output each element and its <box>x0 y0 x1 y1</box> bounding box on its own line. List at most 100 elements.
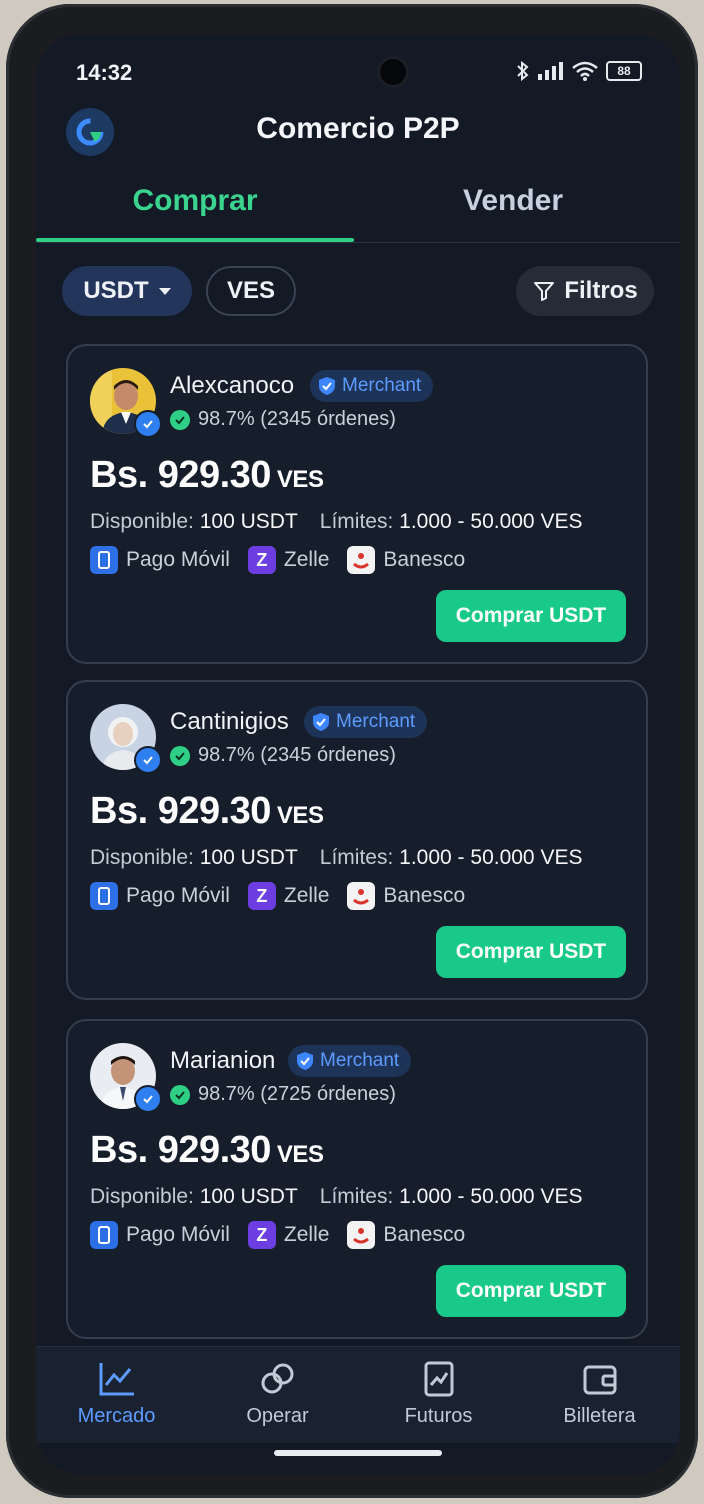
zelle-icon: Z <box>247 1221 276 1249</box>
price: Bs. 929.30 VES <box>90 1129 324 1172</box>
method-zelle: Z Zelle <box>247 546 330 574</box>
available-label: Disponible: <box>90 1185 194 1208</box>
wallet-icon <box>583 1365 616 1395</box>
buy-usdt-button[interactable]: Comprar USDT <box>436 1265 626 1317</box>
available-value: 100 USDT <box>199 846 298 869</box>
app-screen: 14:32 88 Comercio P2P Comprar Vender USD… <box>36 34 680 1474</box>
buy-usdt-button[interactable]: Comprar USDT <box>436 926 626 978</box>
fiat-selector[interactable]: VES <box>206 266 296 316</box>
zelle-icon: Z <box>247 882 276 910</box>
tab-buy[interactable]: Comprar <box>36 184 354 218</box>
filter-bar: USDT VES Filtros <box>62 266 654 318</box>
banesco-icon <box>347 1221 376 1249</box>
price: Bs. 929.30 VES <box>90 454 324 497</box>
merchant-label: Merchant <box>320 1050 400 1071</box>
active-tab-indicator <box>36 238 354 242</box>
listing-meta: Disponible: 100 USDT Límites: 1.000 - 50.… <box>90 510 582 534</box>
check-circle-icon <box>170 409 190 430</box>
caret-down-icon <box>158 287 171 295</box>
merchant-label: Merchant <box>336 711 416 732</box>
status-bar: 14:32 88 <box>74 59 642 90</box>
chart-line-icon <box>99 1363 134 1396</box>
limits-label: Límites: <box>319 1185 394 1208</box>
buy-usdt-button[interactable]: Comprar USDT <box>436 590 626 642</box>
home-indicator[interactable] <box>274 1450 442 1456</box>
listing-card: Alexcanoco Merchant 98.7% (2345 órdenes)… <box>66 344 648 664</box>
seller-name[interactable]: Alexcanoco <box>170 372 294 400</box>
payment-methods: Pago Móvil Z Zelle Banesco <box>90 882 483 910</box>
method-pago-movil: Pago Móvil <box>90 546 230 574</box>
rating-text: 98.7% (2725 órdenes) <box>198 1083 396 1105</box>
merchant-badge: Merchant <box>310 370 434 402</box>
method-banesco: Banesco <box>347 546 465 574</box>
nav-label: Mercado <box>77 1405 156 1427</box>
nav-item-billetera[interactable]: Billetera <box>519 1359 680 1428</box>
available-value: 100 USDT <box>199 510 298 533</box>
method-label: Zelle <box>283 548 330 571</box>
battery-icon: 88 <box>606 61 642 81</box>
zelle-icon: Z <box>247 546 276 574</box>
rating-text: 98.7% (2345 órdenes) <box>198 744 396 766</box>
method-pago-movil: Pago Móvil <box>90 882 230 910</box>
price-value: Bs. 929.30 <box>90 1129 271 1171</box>
payment-methods: Pago Móvil Z Zelle Banesco <box>90 546 483 574</box>
method-label: Banesco <box>383 884 466 907</box>
price-currency: VES <box>276 466 324 493</box>
avatar[interactable] <box>90 704 162 774</box>
available-value: 100 USDT <box>199 1185 298 1208</box>
method-label: Pago Móvil <box>126 548 230 571</box>
listing-card: Cantinigios Merchant 98.7% (2345 órdenes… <box>66 680 648 1000</box>
seller-rating: 98.7% (2345 órdenes) <box>170 744 396 767</box>
nav-item-mercado[interactable]: Mercado <box>36 1359 197 1428</box>
merchant-badge: Merchant <box>304 706 428 738</box>
method-zelle: Z Zelle <box>247 1221 330 1249</box>
status-time: 14:32 <box>76 60 133 85</box>
rating-text: 98.7% (2345 órdenes) <box>198 408 396 430</box>
phone-payment-icon <box>90 1221 118 1249</box>
method-label: Banesco <box>383 548 466 571</box>
price-currency: VES <box>276 1141 324 1168</box>
funnel-icon <box>534 282 555 301</box>
verified-check-icon <box>134 410 162 438</box>
method-label: Zelle <box>283 1223 330 1246</box>
verified-check-icon <box>134 746 162 774</box>
seller-name[interactable]: Cantinigios <box>170 708 289 736</box>
bluetooth-icon <box>517 60 529 82</box>
merchant-badge: Merchant <box>288 1045 412 1077</box>
tab-sell[interactable]: Vender <box>354 184 672 218</box>
nav-item-operar[interactable]: Operar <box>197 1359 358 1428</box>
page-title: Comercio P2P <box>256 112 460 145</box>
price-value: Bs. 929.30 <box>90 454 271 496</box>
signal-icon <box>538 62 563 80</box>
listing-card: Marianion Merchant 98.7% (2725 órdenes) … <box>66 1019 648 1339</box>
limits-value: 1.000 - 50.000 VES <box>399 1185 583 1208</box>
exchange-icon <box>261 1363 293 1394</box>
check-circle-icon <box>170 745 190 766</box>
shield-check-icon <box>319 377 335 395</box>
avatar[interactable] <box>90 368 162 438</box>
available-label: Disponible: <box>90 846 194 869</box>
limits-label: Límites: <box>319 846 394 869</box>
phone-payment-icon <box>90 546 118 574</box>
price-currency: VES <box>276 802 324 829</box>
price: Bs. 929.30 VES <box>90 790 324 833</box>
asset-dropdown[interactable]: USDT <box>62 266 192 316</box>
listing-meta: Disponible: 100 USDT Límites: 1.000 - 50.… <box>90 1185 582 1209</box>
filters-button[interactable]: Filtros <box>516 266 654 316</box>
merchant-label: Merchant <box>342 375 422 396</box>
listing-meta: Disponible: 100 USDT Límites: 1.000 - 50.… <box>90 846 582 870</box>
method-label: Banesco <box>383 1223 466 1246</box>
avatar[interactable] <box>90 1043 162 1113</box>
shield-check-icon <box>297 1052 313 1070</box>
method-label: Zelle <box>283 884 330 907</box>
bottom-nav: Mercado Operar Futuros Billetera <box>36 1346 680 1443</box>
method-banesco: Banesco <box>347 882 465 910</box>
payment-methods: Pago Móvil Z Zelle Banesco <box>90 1221 483 1249</box>
nav-item-futuros[interactable]: Futuros <box>358 1359 519 1428</box>
shield-check-icon <box>313 713 329 731</box>
front-camera <box>380 59 406 85</box>
banesco-icon <box>347 546 376 574</box>
seller-name[interactable]: Marianion <box>170 1047 275 1075</box>
nav-label: Futuros <box>404 1405 473 1427</box>
seller-rating: 98.7% (2345 órdenes) <box>170 408 396 431</box>
